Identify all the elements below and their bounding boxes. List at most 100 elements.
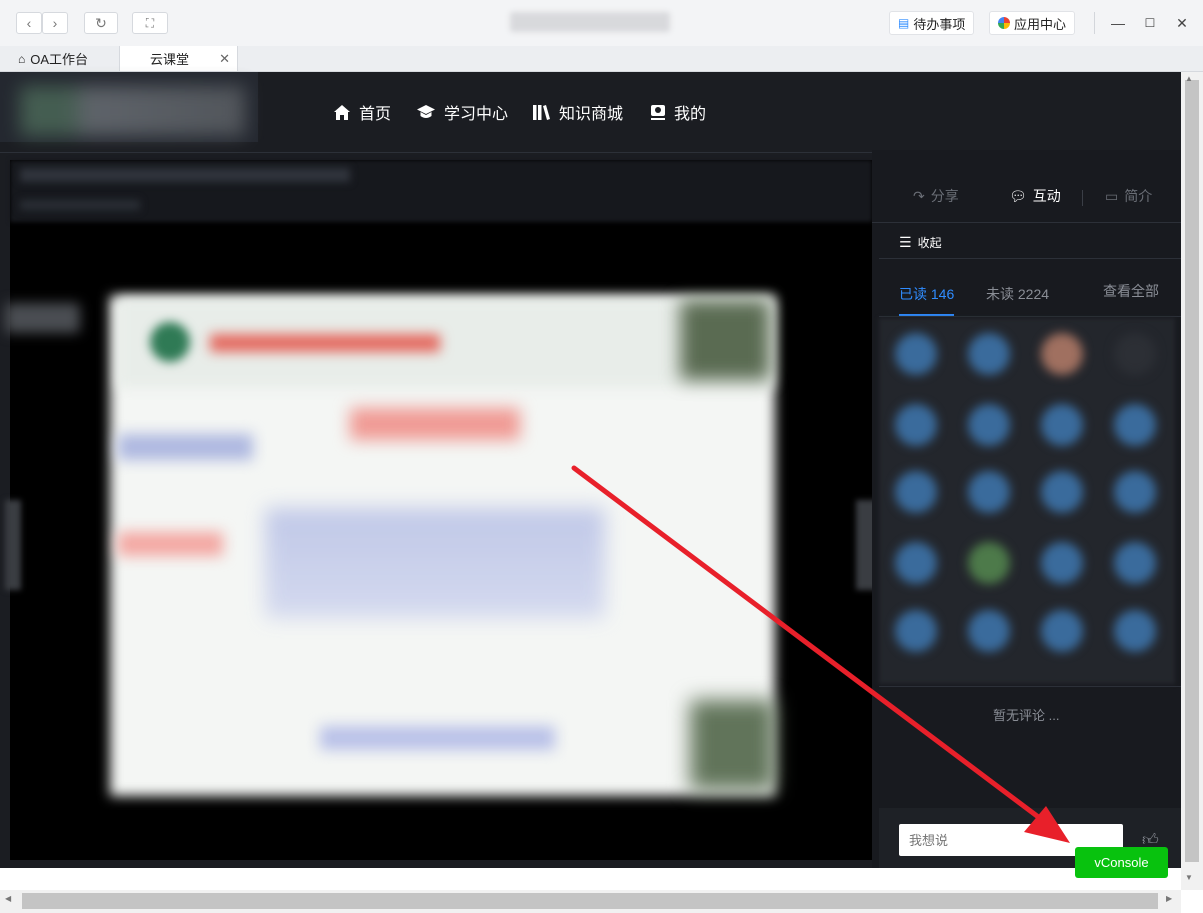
app-center-button[interactable]: 应用中心 xyxy=(989,11,1076,35)
avatar[interactable] xyxy=(895,471,937,513)
avatar[interactable] xyxy=(968,610,1010,652)
tab-oa-label: OA工作台 xyxy=(30,52,89,67)
avatar[interactable] xyxy=(1114,610,1156,652)
forward-button[interactable]: › xyxy=(42,12,68,34)
avatar[interactable] xyxy=(1041,542,1083,584)
nav-knowledge-mall-label: 知识商城 xyxy=(559,106,624,123)
scroll-down-icon[interactable]: ▼ xyxy=(1185,873,1193,882)
avatar[interactable] xyxy=(1041,333,1083,375)
minimize-icon: — xyxy=(1111,15,1125,31)
slide-title-blur xyxy=(210,334,440,352)
fullscreen-button[interactable]: ⛶ xyxy=(132,12,168,34)
logo-image xyxy=(20,86,245,136)
player-control-blur[interactable] xyxy=(5,303,80,333)
scroll-up-icon[interactable]: ▲ xyxy=(1185,74,1193,83)
app-center-label: 应用中心 xyxy=(1014,16,1067,32)
tab-oa[interactable]: ⌂ OA工作台 xyxy=(0,46,119,71)
nav-mine[interactable]: 我的 xyxy=(650,100,706,124)
avatar[interactable] xyxy=(1114,333,1156,375)
user-icon xyxy=(651,104,665,120)
tab-cloud-class-label: 云课堂 xyxy=(150,52,190,67)
avatar[interactable] xyxy=(1041,471,1083,513)
close-window-button[interactable]: ✕ xyxy=(1170,12,1194,34)
avatar[interactable] xyxy=(1114,404,1156,446)
books-icon xyxy=(533,104,550,120)
slide-photo2-blur xyxy=(690,700,775,790)
collapse-icon: ☰ xyxy=(899,234,912,250)
todo-label: 待办事项 xyxy=(913,16,966,32)
comments-divider xyxy=(879,686,1181,687)
nav-learning-center-label: 学习中心 xyxy=(444,106,509,123)
maximize-button[interactable]: ☐ xyxy=(1138,12,1162,34)
maximize-icon: ☐ xyxy=(1144,16,1156,30)
avatar[interactable] xyxy=(968,542,1010,584)
tab-share[interactable]: ↷ 分享 xyxy=(913,186,959,206)
tab-read[interactable]: 已读 146 xyxy=(899,284,954,304)
view-all-link[interactable]: 查看全部 xyxy=(1103,281,1159,301)
slide-label-blur xyxy=(118,434,253,460)
vertical-scroll-thumb[interactable] xyxy=(1185,80,1199,862)
avatar[interactable] xyxy=(968,333,1010,375)
prev-handle[interactable] xyxy=(5,500,21,590)
avatar[interactable] xyxy=(895,333,937,375)
address-bar[interactable] xyxy=(510,12,670,32)
nav-home-label: 首页 xyxy=(359,106,392,123)
graduation-cap-icon xyxy=(417,104,435,118)
toolbar-divider xyxy=(1094,12,1095,34)
collapse-label: 收起 xyxy=(917,236,942,250)
tab-unread[interactable]: 未读 2224 xyxy=(986,284,1049,304)
home-icon: ⌂ xyxy=(18,51,26,66)
read-tabs-divider xyxy=(879,316,1181,317)
tab-separator xyxy=(1082,190,1083,206)
no-comments-text: 暂无评论 ... xyxy=(993,708,1060,723)
side-tabs-divider xyxy=(872,222,1181,223)
todo-icon: ▤ xyxy=(898,16,910,30)
avatar[interactable] xyxy=(895,610,937,652)
back-button[interactable]: ‹ xyxy=(16,12,42,34)
slide-photo-blur xyxy=(680,300,770,380)
tab-intro[interactable]: ▭ 简介 xyxy=(1105,186,1152,206)
tab-interact-label: 互动 xyxy=(1032,188,1061,204)
close-tab-icon[interactable]: ✕ xyxy=(219,51,230,67)
course-subtitle-blur xyxy=(20,200,140,210)
close-icon: ✕ xyxy=(1176,14,1188,31)
collapse-button[interactable]: ☰ 收起 xyxy=(899,234,942,251)
avatar[interactable] xyxy=(1114,471,1156,513)
tab-intro-label: 简介 xyxy=(1124,188,1153,204)
collapse-divider xyxy=(879,258,1181,259)
home-icon xyxy=(334,104,350,120)
reload-icon: ↻ xyxy=(95,14,107,31)
avatar[interactable] xyxy=(895,542,937,584)
avatar[interactable] xyxy=(968,404,1010,446)
course-title-blur xyxy=(20,168,350,182)
share-icon: ↷ xyxy=(913,187,925,204)
slide-footer-blur xyxy=(320,726,555,750)
tab-cloud-class[interactable]: 云课堂 ✕ xyxy=(119,46,238,71)
slide-heading-blur xyxy=(350,408,520,440)
slide-emblem xyxy=(150,322,190,362)
avatar[interactable] xyxy=(1041,404,1083,446)
avatar[interactable] xyxy=(1041,610,1083,652)
tab-share-label: 分享 xyxy=(930,188,959,204)
chevron-right-icon: › xyxy=(52,15,58,31)
avatar[interactable] xyxy=(968,471,1010,513)
nav-home[interactable]: 首页 xyxy=(333,100,391,124)
slide-label2-blur xyxy=(118,532,223,556)
fullscreen-icon: ⛶ xyxy=(145,15,155,30)
scroll-right-icon[interactable]: ▶ xyxy=(1166,894,1172,903)
todo-button[interactable]: ▤ 待办事项 xyxy=(889,11,975,35)
slide-diagram-blur xyxy=(265,508,605,618)
avatar[interactable] xyxy=(895,404,937,446)
tab-interact[interactable]: 💬︎ 互动 xyxy=(1009,186,1061,206)
minimize-button[interactable]: — xyxy=(1106,12,1130,34)
app-center-icon xyxy=(998,17,1010,29)
avatar[interactable] xyxy=(1114,542,1156,584)
horizontal-scroll-thumb[interactable] xyxy=(22,893,1158,909)
scroll-left-icon[interactable]: ◀ xyxy=(5,894,11,903)
vconsole-button[interactable]: vConsole xyxy=(1075,847,1168,878)
reload-button[interactable]: ↻ xyxy=(84,12,118,34)
nav-knowledge-mall[interactable]: 知识商城 xyxy=(532,100,623,124)
intro-icon: ▭ xyxy=(1105,187,1119,204)
nav-learning-center[interactable]: 学习中心 xyxy=(416,100,508,124)
nav-mine-label: 我的 xyxy=(674,106,707,123)
